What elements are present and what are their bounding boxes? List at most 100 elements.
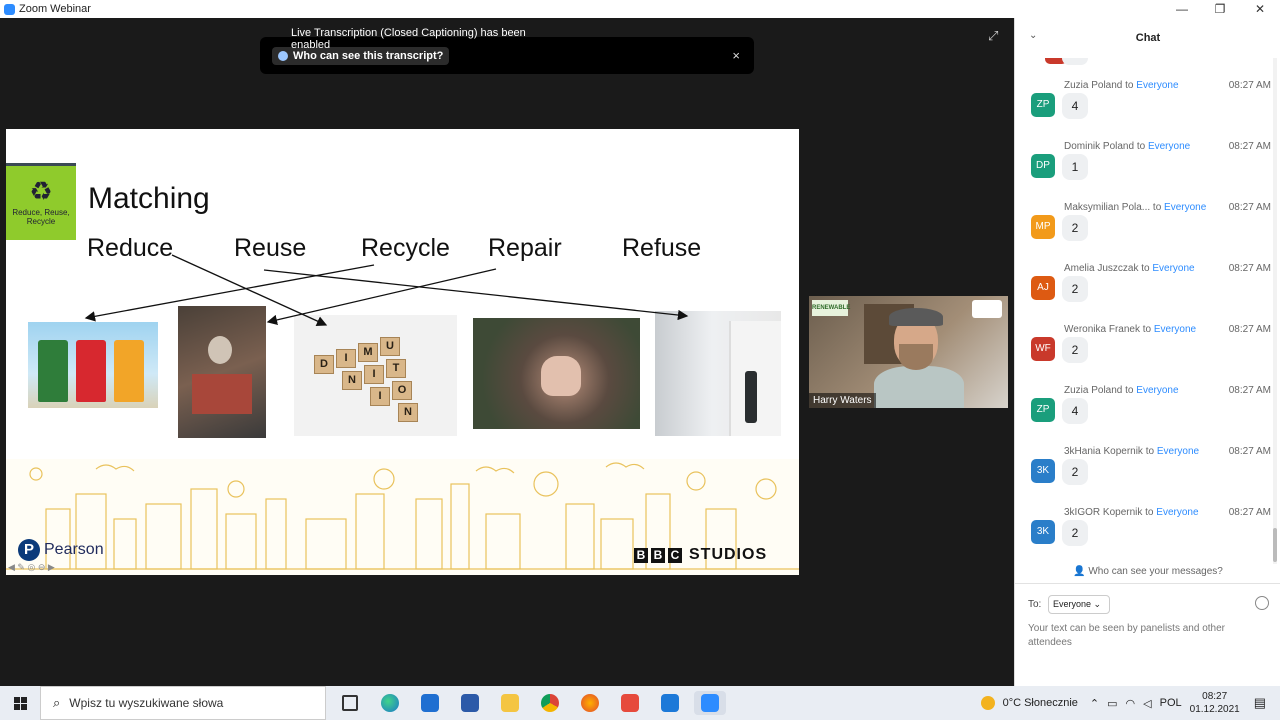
to-word: to (1141, 263, 1150, 274)
message-bubble: 2 (1062, 215, 1088, 241)
recipient-link[interactable]: Everyone (1157, 446, 1199, 457)
chevron-down-icon: ⌄ (1093, 599, 1102, 609)
message-time: 08:27 AM (1228, 141, 1271, 152)
chat-message: ZP Zuzia Poland to Everyone 08:27 AM 4 (1031, 80, 1271, 138)
recipient-link[interactable]: Everyone (1154, 324, 1196, 335)
clock-time: 08:27 (1202, 691, 1228, 702)
zoom-taskbar-icon[interactable] (694, 691, 726, 715)
taskbar-search-box[interactable]: ⌕ Wpisz tu wyszukiwane słowa (40, 686, 326, 720)
sender-name: Maksymilian Pola... (1064, 202, 1151, 213)
chat-message: WF Weronika Franek to Everyone 08:27 AM … (1031, 324, 1271, 382)
expand-icon[interactable]: ⤢ (988, 28, 1002, 43)
recipient-link[interactable]: Everyone (1156, 507, 1198, 518)
recipient-link[interactable]: Everyone (1148, 141, 1190, 152)
to-word: to (1125, 385, 1134, 396)
chat-scrollbar[interactable] (1273, 58, 1277, 564)
chat-message: DP Dominik Poland to Everyone 08:27 AM 1 (1031, 141, 1271, 199)
mail-icon[interactable] (414, 691, 446, 715)
message-header: Dominik Poland to Everyone (1064, 141, 1190, 152)
clock-date: 01.12.2021 (1189, 704, 1240, 715)
bbc-studios-logo: B B C STUDIOS (634, 546, 767, 564)
recipient-select[interactable]: Everyone ⌄ (1048, 595, 1110, 614)
avatar: 3K (1031, 459, 1055, 483)
minimize-button[interactable]: — (1162, 0, 1202, 18)
message-header: 3kIGOR Kopernik to Everyone (1064, 507, 1199, 518)
recipient-link[interactable]: Everyone (1136, 385, 1178, 396)
transcription-toast: Live Transcription (Closed Captioning) h… (260, 27, 754, 74)
avatar: DP (1031, 154, 1055, 178)
message-bubble: 2 (1062, 459, 1088, 485)
avatar: ZP (1031, 93, 1055, 117)
chat-message: 3K 3kHania Kopernik to Everyone 08:27 AM… (1031, 446, 1271, 504)
chevron-up-icon[interactable]: ⌃ (1090, 697, 1099, 710)
title-bar: Zoom Webinar — ❐ ✕ (0, 0, 1280, 18)
to-word: to (1145, 507, 1154, 518)
start-button[interactable] (0, 686, 40, 720)
slide-nav-controls[interactable]: ◀ ✎ ◎ ⊖ ▶ (8, 562, 55, 573)
file-explorer-icon[interactable] (494, 691, 526, 715)
store-icon[interactable] (454, 691, 486, 715)
arrow-repair-to-tailor (266, 268, 497, 326)
avatar: AJ (1031, 276, 1055, 300)
windows-taskbar: ⌕ Wpisz tu wyszukiwane słowa 0°C Słonecz… (0, 686, 1280, 720)
zoom-app-icon (4, 3, 15, 15)
notifications-icon[interactable]: ▤ (1254, 695, 1266, 711)
avatar: ZP (1031, 398, 1055, 422)
volume-icon[interactable]: ◁ (1143, 697, 1151, 710)
task-view-icon[interactable] (334, 691, 366, 715)
who-can-see-messages-link[interactable]: 👤 Who can see your messages? (1015, 566, 1280, 577)
chrome-icon[interactable] (534, 691, 566, 715)
message-time: 08:27 AM (1228, 80, 1271, 91)
avatar: 3K (1031, 520, 1055, 544)
recipient-link[interactable]: Everyone (1152, 263, 1194, 274)
message-time: 08:27 AM (1228, 202, 1271, 213)
message-bubble: 2 (1062, 276, 1088, 302)
sender-name: Weronika Franek (1064, 324, 1140, 335)
language-indicator[interactable]: POL (1160, 697, 1182, 709)
maximize-button[interactable]: ❐ (1200, 0, 1240, 18)
pearson-wordmark: Pearson (44, 541, 104, 558)
sender-name: Zuzia Poland (1064, 80, 1123, 91)
shared-slide: ♻ Reduce, Reuse, Recycle Matching Reduce… (6, 129, 799, 575)
firefox-icon[interactable] (574, 691, 606, 715)
speaker-name: Harry Waters (809, 393, 876, 408)
chat-scroll-thumb[interactable] (1273, 528, 1277, 562)
edge-icon[interactable] (374, 691, 406, 715)
recipient-link[interactable]: Everyone (1164, 202, 1206, 213)
message-bubble: 4 (1062, 93, 1088, 119)
emoji-icon[interactable] (1255, 596, 1269, 610)
close-toast-button[interactable]: × (732, 48, 740, 63)
to-word: to (1125, 80, 1134, 91)
weather-text[interactable]: 0°C Słonecznie (1003, 697, 1078, 709)
message-bubble: 1 (1062, 154, 1088, 180)
bubble-partial (1062, 58, 1088, 65)
gift-app-icon[interactable] (614, 691, 646, 715)
close-window-button[interactable]: ✕ (1240, 0, 1280, 18)
message-header: Weronika Franek to Everyone (1064, 324, 1196, 335)
chat-message: MP Maksymilian Pola... to Everyone 08:27… (1031, 202, 1271, 260)
battery-icon[interactable]: ▭ (1107, 697, 1117, 710)
system-tray: 0°C Słonecznie ⌃ ▭ ◠ ◁ POL 08:27 01.12.2… (980, 686, 1280, 720)
bbc-block: B (651, 547, 665, 563)
recipient-select-value: Everyone (1053, 599, 1092, 609)
to-word: to (1142, 324, 1152, 335)
speaker-video[interactable]: RENEWABLE Harry Waters (809, 296, 1008, 408)
message-time: 08:27 AM (1228, 263, 1271, 274)
message-bubble: 4 (1062, 398, 1088, 424)
chat-message: AJ Amelia Juszczak to Everyone 08:27 AM … (1031, 263, 1271, 321)
pinned-app-icon[interactable] (654, 691, 686, 715)
clock[interactable]: 08:27 01.12.2021 (1190, 690, 1240, 716)
studios-wordmark: STUDIOS (689, 546, 768, 563)
wifi-icon[interactable]: ◠ (1126, 697, 1136, 710)
avatar: WF (1031, 337, 1055, 361)
windows-logo-icon (13, 696, 27, 710)
message-bubble: 2 (1062, 520, 1088, 546)
recipient-link[interactable]: Everyone (1136, 80, 1178, 91)
arrow-recycle-to-bins (84, 264, 375, 322)
to-label: To: (1028, 599, 1042, 610)
to-word: to (1136, 141, 1146, 152)
window-title: Zoom Webinar (19, 3, 91, 15)
chevron-down-icon[interactable]: ⌄ (1029, 30, 1037, 41)
chat-input[interactable]: Your text can be seen by panelists and o… (1028, 622, 1258, 650)
to-word: to (1145, 446, 1155, 457)
